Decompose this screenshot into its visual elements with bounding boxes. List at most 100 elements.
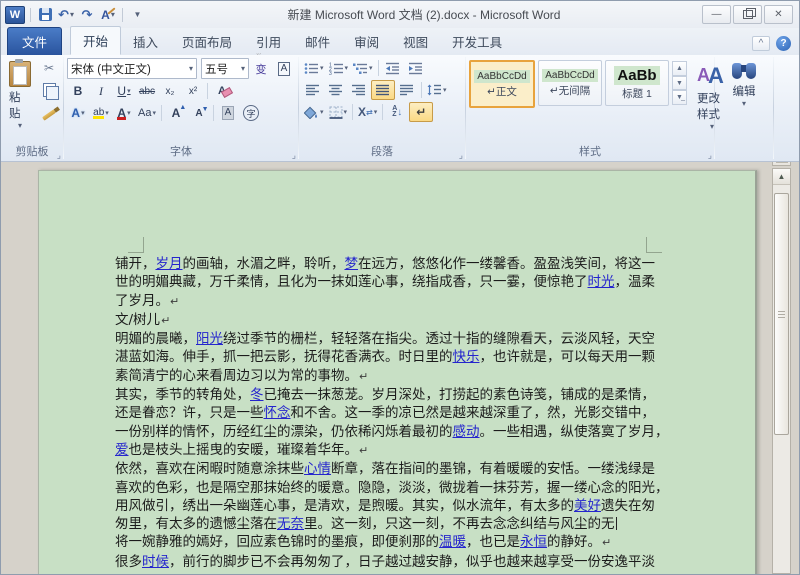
hyperlink[interactable]: 感动 xyxy=(453,424,480,440)
text-run: 明媚的晨曦， xyxy=(115,331,196,347)
tab-3[interactable]: 页面布局 xyxy=(170,28,244,55)
font-dialog-launcher[interactable]: ⌟ xyxy=(292,151,296,159)
text-line: 文/树儿↵ xyxy=(115,311,655,330)
character-shading-button[interactable]: A xyxy=(217,103,239,123)
asian-layout-icon: X xyxy=(358,105,366,119)
change-case-button[interactable]: Aa▾ xyxy=(136,103,158,123)
show-marks-button[interactable]: ↵ xyxy=(409,102,433,122)
document-page[interactable]: 铺开，岁月的画轴，水湄之畔，聆听，梦在远方，悠悠化作一缕馨香。盈盈浅笑间，将这一… xyxy=(38,170,757,574)
font-color-button[interactable]: A▾ xyxy=(113,103,135,123)
ruler-toggle-button[interactable] xyxy=(772,162,791,166)
qat-customize-button[interactable]: ▼ xyxy=(128,6,146,24)
align-right-button[interactable] xyxy=(348,80,370,100)
gallery-up-button[interactable]: ▲ xyxy=(672,61,687,76)
shrink-font-button[interactable]: A▼ xyxy=(188,103,210,123)
font-group-label: 字体 xyxy=(67,145,295,161)
underline-button[interactable]: U▾ xyxy=(113,81,135,101)
margin-crop-mark-right xyxy=(646,237,662,253)
subscript-button[interactable]: x₂ xyxy=(159,81,181,101)
align-left-button[interactable] xyxy=(302,80,324,100)
borders-button[interactable]: ▾ xyxy=(327,102,350,122)
superscript-button[interactable]: x² xyxy=(182,81,204,101)
tab-1[interactable]: 开始 xyxy=(70,26,121,55)
minimize-button[interactable]: — xyxy=(702,5,731,24)
help-button[interactable]: ? xyxy=(776,36,791,51)
multilevel-list-button[interactable]: ▾ xyxy=(351,58,375,78)
hyperlink[interactable]: 爱 xyxy=(115,442,129,458)
scrollbar-thumb[interactable] xyxy=(774,193,789,435)
font-name-combo[interactable]: 宋体 (中文正文)▾ xyxy=(67,58,197,79)
undo-button[interactable]: ↶▾ xyxy=(57,6,75,24)
clipboard-dialog-launcher[interactable]: ⌟ xyxy=(57,151,61,159)
word-app-icon[interactable]: W xyxy=(5,6,25,24)
asian-layout-button[interactable]: X⇄▾ xyxy=(356,102,379,122)
redo-button[interactable]: ↷ xyxy=(78,6,96,24)
format-painter-button[interactable] xyxy=(38,102,60,122)
paste-button[interactable]: 粘贴 ▾ xyxy=(4,58,36,145)
hyperlink[interactable]: 温暖 xyxy=(439,534,466,550)
document-text[interactable]: 铺开，岁月的画轴，水湄之畔，聆听，梦在远方，悠悠化作一缕馨香。盈盈浅笑间，将这一… xyxy=(115,255,655,571)
tab-4[interactable]: 引用 xyxy=(244,28,293,55)
hyperlink[interactable]: 梦 xyxy=(345,256,359,272)
editing-button[interactable]: 编辑 ▾ xyxy=(726,58,762,108)
tab-8[interactable]: 开发工具 xyxy=(440,28,514,55)
vertical-scrollbar[interactable]: ▲ xyxy=(772,168,791,574)
hyperlink[interactable]: 永恒 xyxy=(520,534,547,550)
styles-dialog-launcher[interactable]: ⌟ xyxy=(708,151,712,159)
close-button[interactable]: ✕ xyxy=(764,5,793,24)
restore-button[interactable] xyxy=(733,5,762,24)
format-pen-button[interactable]: A▾ xyxy=(99,6,117,24)
hyperlink[interactable]: 时候 xyxy=(142,554,169,570)
tab-5[interactable]: 邮件 xyxy=(293,28,342,55)
enclose-characters-button[interactable]: 字 xyxy=(240,103,262,123)
tab-6[interactable]: 审阅 xyxy=(342,28,391,55)
justify-button[interactable] xyxy=(371,80,395,100)
tab-7[interactable]: 视图 xyxy=(391,28,440,55)
distribute-button[interactable] xyxy=(396,80,418,100)
hyperlink[interactable]: 怀念 xyxy=(264,405,291,421)
hyperlink[interactable]: 美好 xyxy=(574,498,601,514)
style-item-0[interactable]: AaBbCcDd↵正文 xyxy=(469,60,535,108)
font-size-combo[interactable]: 五号▾ xyxy=(201,58,249,79)
copy-button[interactable] xyxy=(38,80,60,100)
line-spacing-button[interactable]: ▾ xyxy=(425,80,449,100)
gallery-down-button[interactable]: ▼ xyxy=(672,76,687,91)
enclose-characters-icon: 字 xyxy=(243,105,259,121)
sort-button[interactable]: AZ↓ xyxy=(386,102,408,122)
gallery-expand-button[interactable]: ▼̲ xyxy=(672,90,687,105)
tab-file[interactable]: 文件 xyxy=(7,27,62,55)
hyperlink[interactable]: 阳光 xyxy=(196,331,223,347)
hyperlink[interactable]: 心情 xyxy=(304,461,331,477)
character-border-button[interactable]: A xyxy=(273,59,295,79)
text-effects-button[interactable]: A▾ xyxy=(67,103,89,123)
shading-button[interactable]: ▾ xyxy=(302,102,326,122)
decrease-indent-button[interactable] xyxy=(382,58,404,78)
text-line: 将一婉静雅的嫣好，回应素色锦时的墨痕，即便刹那的温暖，也已是永恒的静好。↵ xyxy=(115,533,655,552)
style-item-1[interactable]: AaBbCcDd↵无间隔 xyxy=(538,60,602,106)
phonetic-guide-button[interactable]: 变 xyxy=(250,59,272,79)
bullet-list-button[interactable]: ▾ xyxy=(302,58,326,78)
style-item-2[interactable]: AaBb标题 1 xyxy=(605,60,669,106)
font-group: 宋体 (中文正文)▾ 五号▾ 变 A B I U▾ abc x₂ x² A A▾ xyxy=(64,55,298,161)
increase-indent-button[interactable] xyxy=(405,58,427,78)
minimize-ribbon-button[interactable]: ^ xyxy=(752,36,770,51)
clear-formatting-button[interactable]: A xyxy=(211,81,233,101)
numbered-list-button[interactable]: 123▾ xyxy=(327,58,351,78)
grow-font-icon: A▲ xyxy=(172,106,181,120)
strikethrough-button[interactable]: abc xyxy=(136,81,158,101)
align-center-button[interactable] xyxy=(325,80,347,100)
scroll-up-button[interactable]: ▲ xyxy=(773,169,790,185)
tab-2[interactable]: 插入 xyxy=(121,28,170,55)
grow-font-button[interactable]: A▲ xyxy=(165,103,187,123)
hyperlink[interactable]: 时光 xyxy=(588,274,615,290)
cut-button[interactable]: ✂ xyxy=(38,58,60,78)
bold-button[interactable]: B xyxy=(67,81,89,101)
hyperlink[interactable]: 快乐 xyxy=(453,349,480,365)
hyperlink[interactable]: 无奈 xyxy=(277,516,304,532)
paragraph-dialog-launcher[interactable]: ⌟ xyxy=(459,151,463,159)
hyperlink[interactable]: 岁月 xyxy=(156,256,183,272)
italic-button[interactable]: I xyxy=(90,81,112,101)
save-button[interactable] xyxy=(36,6,54,24)
hyperlink[interactable]: 冬 xyxy=(250,387,264,403)
highlight-button[interactable]: ab▾ xyxy=(90,103,112,123)
